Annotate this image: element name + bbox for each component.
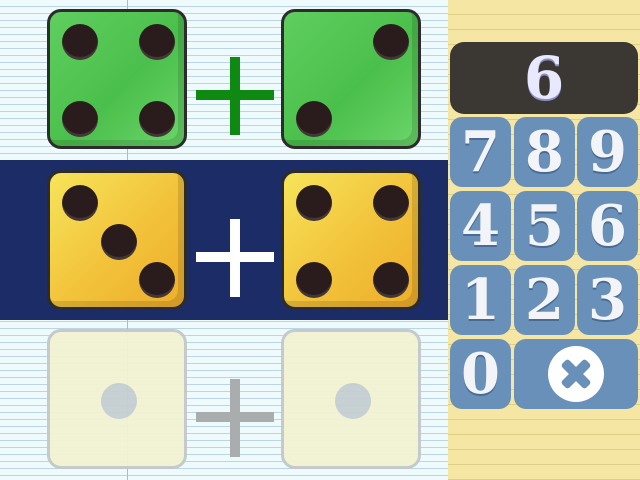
die-left-three xyxy=(47,170,187,310)
die-pip xyxy=(62,101,98,137)
key-2[interactable]: 2 xyxy=(514,265,575,335)
plus-sign-white xyxy=(196,219,274,297)
die-pip xyxy=(62,24,98,60)
die-pip xyxy=(373,262,409,298)
die-pip xyxy=(101,383,137,419)
die-pip xyxy=(101,224,137,260)
die-pip xyxy=(373,185,409,221)
die-pip xyxy=(296,101,332,137)
key-5[interactable]: 5 xyxy=(514,191,575,261)
die-pip xyxy=(139,24,175,60)
die-pip xyxy=(139,262,175,298)
problem-row-1 xyxy=(0,0,448,160)
answer-display: 6 xyxy=(450,42,638,114)
die-pip xyxy=(335,383,371,419)
key-4[interactable]: 4 xyxy=(450,191,511,261)
key-7[interactable]: 7 xyxy=(450,117,511,187)
problem-row-3 xyxy=(0,320,448,480)
clear-button[interactable] xyxy=(514,339,638,409)
plus-sign-gray xyxy=(196,379,274,457)
key-8[interactable]: 8 xyxy=(514,117,575,187)
die-right-two xyxy=(281,9,421,149)
key-1[interactable]: 1 xyxy=(450,265,511,335)
die-pip xyxy=(373,24,409,60)
clear-x-icon xyxy=(548,346,604,402)
die-pip xyxy=(62,185,98,221)
die-right-four xyxy=(281,170,421,310)
key-3[interactable]: 3 xyxy=(577,265,638,335)
play-area xyxy=(0,0,448,480)
problem-row-2 xyxy=(0,160,448,320)
plus-sign-green xyxy=(196,57,274,135)
key-0[interactable]: 0 xyxy=(450,339,511,409)
key-9[interactable]: 9 xyxy=(577,117,638,187)
die-left-one-faded xyxy=(47,329,187,469)
die-pip xyxy=(139,101,175,137)
die-left-four xyxy=(47,9,187,149)
die-right-one-faded xyxy=(281,329,421,469)
die-pip xyxy=(296,185,332,221)
key-6[interactable]: 6 xyxy=(577,191,638,261)
die-pip xyxy=(296,262,332,298)
